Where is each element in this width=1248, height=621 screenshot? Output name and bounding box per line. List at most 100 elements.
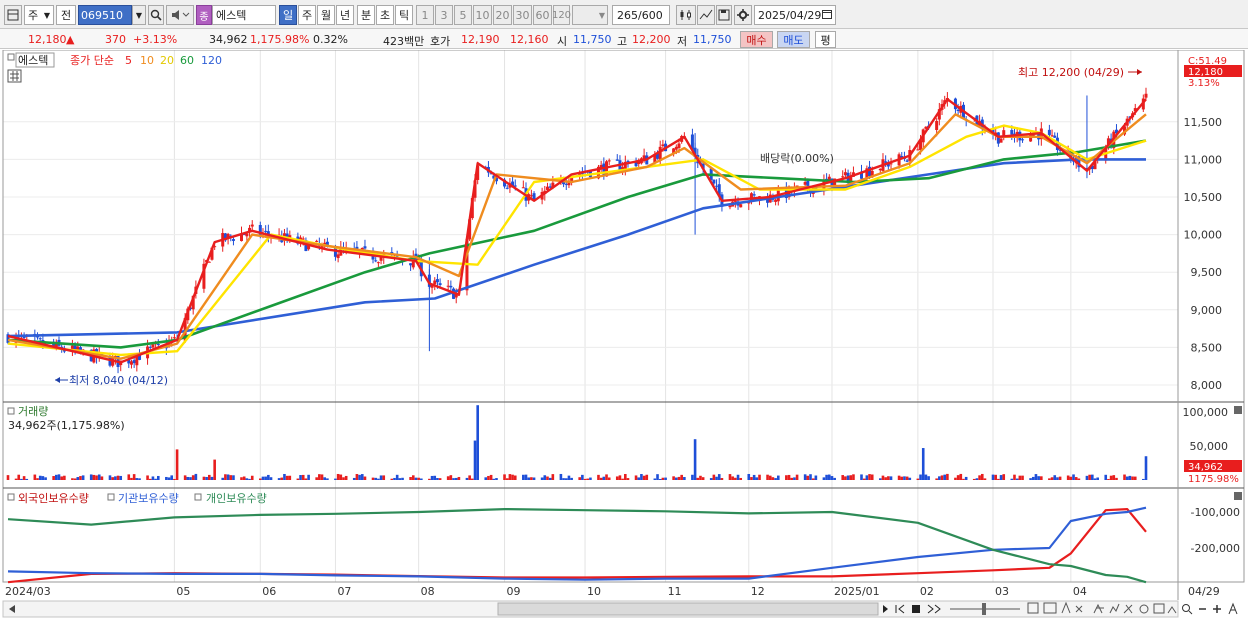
candle-body (264, 230, 268, 232)
volume-bar (897, 475, 901, 480)
zoom-in-icon[interactable] (1213, 605, 1221, 613)
date-tick-label: 04 (1073, 585, 1087, 598)
period-tick-button[interactable]: 틱 (395, 5, 413, 25)
volume-bar (495, 478, 498, 480)
volume-bar (954, 477, 957, 480)
interval-select[interactable]: ▼ (572, 5, 608, 25)
volume-bar (900, 476, 904, 480)
scroll-thumb[interactable] (497, 602, 879, 616)
volume-bar (715, 476, 718, 480)
grid-lines (3, 50, 1178, 582)
ma10-line (7, 113, 1147, 360)
interval-button[interactable]: 5 (454, 5, 472, 25)
volume-bar (1131, 476, 1134, 480)
zoom-slider-handle[interactable] (982, 603, 986, 615)
low-annotation: 최저 8,040 (04/12) (55, 374, 168, 387)
period-week-button[interactable]: 주 (298, 5, 316, 25)
sell-button[interactable]: 매도 (777, 31, 810, 48)
volume-bar (318, 474, 321, 480)
volume-ratio: 1,175.98% (250, 33, 310, 46)
high-label-text: 최고 12,200 (04/29) (1018, 66, 1124, 79)
speaker-icon[interactable] (166, 5, 194, 25)
search-icon[interactable] (148, 5, 164, 25)
interval-button[interactable]: 3 (435, 5, 453, 25)
candles (6, 87, 1148, 374)
candle-body (905, 160, 909, 162)
date-picker[interactable]: 2025/04/29 (754, 5, 836, 25)
volume-bar (787, 474, 791, 480)
interval-button[interactable]: 10 (473, 5, 492, 25)
interval-button[interactable]: 20 (493, 5, 512, 25)
volume-bar (508, 474, 512, 480)
period-month-button[interactable]: 월 (317, 5, 335, 25)
chart-menu-icon[interactable] (4, 5, 22, 25)
volume-bar (1104, 474, 1108, 480)
scroll-bar[interactable] (2, 600, 1238, 618)
volume-panel-menu-icon[interactable] (7, 407, 15, 415)
bar-count-field[interactable]: 265 /600 (612, 5, 670, 25)
holdings-panel-menu-icon[interactable] (7, 493, 15, 501)
volume-bar (221, 477, 225, 480)
prev-button[interactable]: 전 (56, 5, 76, 25)
volume-bar (382, 475, 386, 480)
interval-button[interactable]: 1 (416, 5, 434, 25)
volume-bar (296, 478, 300, 480)
interval-button[interactable]: 30 (513, 5, 532, 25)
volume-bar (618, 475, 622, 480)
interval-button[interactable]: 120 (552, 5, 571, 25)
volume-bar (586, 478, 590, 480)
save-icon[interactable] (716, 5, 732, 25)
date-tick-label: 12 (751, 585, 765, 598)
candle-body (363, 246, 367, 249)
buy-button[interactable]: 매수 (740, 31, 773, 48)
stop-icon[interactable] (912, 605, 920, 613)
candle-body (677, 143, 681, 148)
stock-name-field[interactable]: 에스텍 (212, 5, 276, 25)
evaluate-button[interactable]: 평 (815, 31, 836, 48)
volume-bar (814, 475, 818, 480)
holdings-panel-close-icon[interactable] (1234, 492, 1242, 500)
period-day-button[interactable]: 일 (279, 5, 297, 25)
volume-bar (548, 477, 552, 480)
volume-bar (240, 477, 243, 480)
volume-bar (170, 475, 174, 480)
period-second-button[interactable]: 초 (376, 5, 394, 25)
volume-value: 34,962 (209, 33, 248, 46)
volume-bar (994, 474, 997, 480)
drawing-tool-icon[interactable] (697, 5, 715, 25)
legend-ma20: 20 (160, 54, 174, 67)
volume-bar (468, 475, 471, 480)
period-minute-button[interactable]: 분 (357, 5, 375, 25)
legend-marker-icon (194, 493, 202, 501)
volume-bar (449, 475, 453, 480)
code-dropdown-icon[interactable]: ▼ (132, 5, 146, 25)
volume-bar (119, 475, 123, 480)
period-year-button[interactable]: 년 (336, 5, 354, 25)
candle-body (148, 346, 152, 348)
volume-bar (1066, 475, 1070, 480)
panel-menu-icon[interactable] (7, 53, 15, 61)
volume-bar (175, 449, 179, 480)
auto-scale-icon[interactable] (1228, 602, 1238, 615)
volume-bar (210, 476, 214, 480)
candle-body (1053, 135, 1057, 138)
volume-bar (532, 477, 536, 480)
zoom-icon[interactable] (1182, 604, 1190, 612)
low-price: 11,750 (693, 33, 732, 46)
candle-body (151, 344, 155, 348)
gear-icon[interactable] (734, 5, 752, 25)
volume-bar (471, 478, 474, 480)
low-arrow-head (55, 377, 60, 383)
ma60-line (7, 139, 1147, 349)
stock-code-input[interactable]: 069510 (78, 5, 132, 25)
grid-toggle-icon[interactable] (7, 69, 22, 83)
volume-bar (865, 475, 869, 480)
volume-bar (454, 477, 458, 480)
volume-bar (809, 474, 812, 480)
code-kind-select[interactable]: 주 ▼ (24, 5, 54, 25)
candle-body (916, 149, 920, 151)
volume-bar (299, 475, 302, 480)
volume-panel-close-icon[interactable] (1234, 406, 1242, 414)
candle-style-icon[interactable] (676, 5, 696, 25)
interval-button[interactable]: 60 (533, 5, 552, 25)
